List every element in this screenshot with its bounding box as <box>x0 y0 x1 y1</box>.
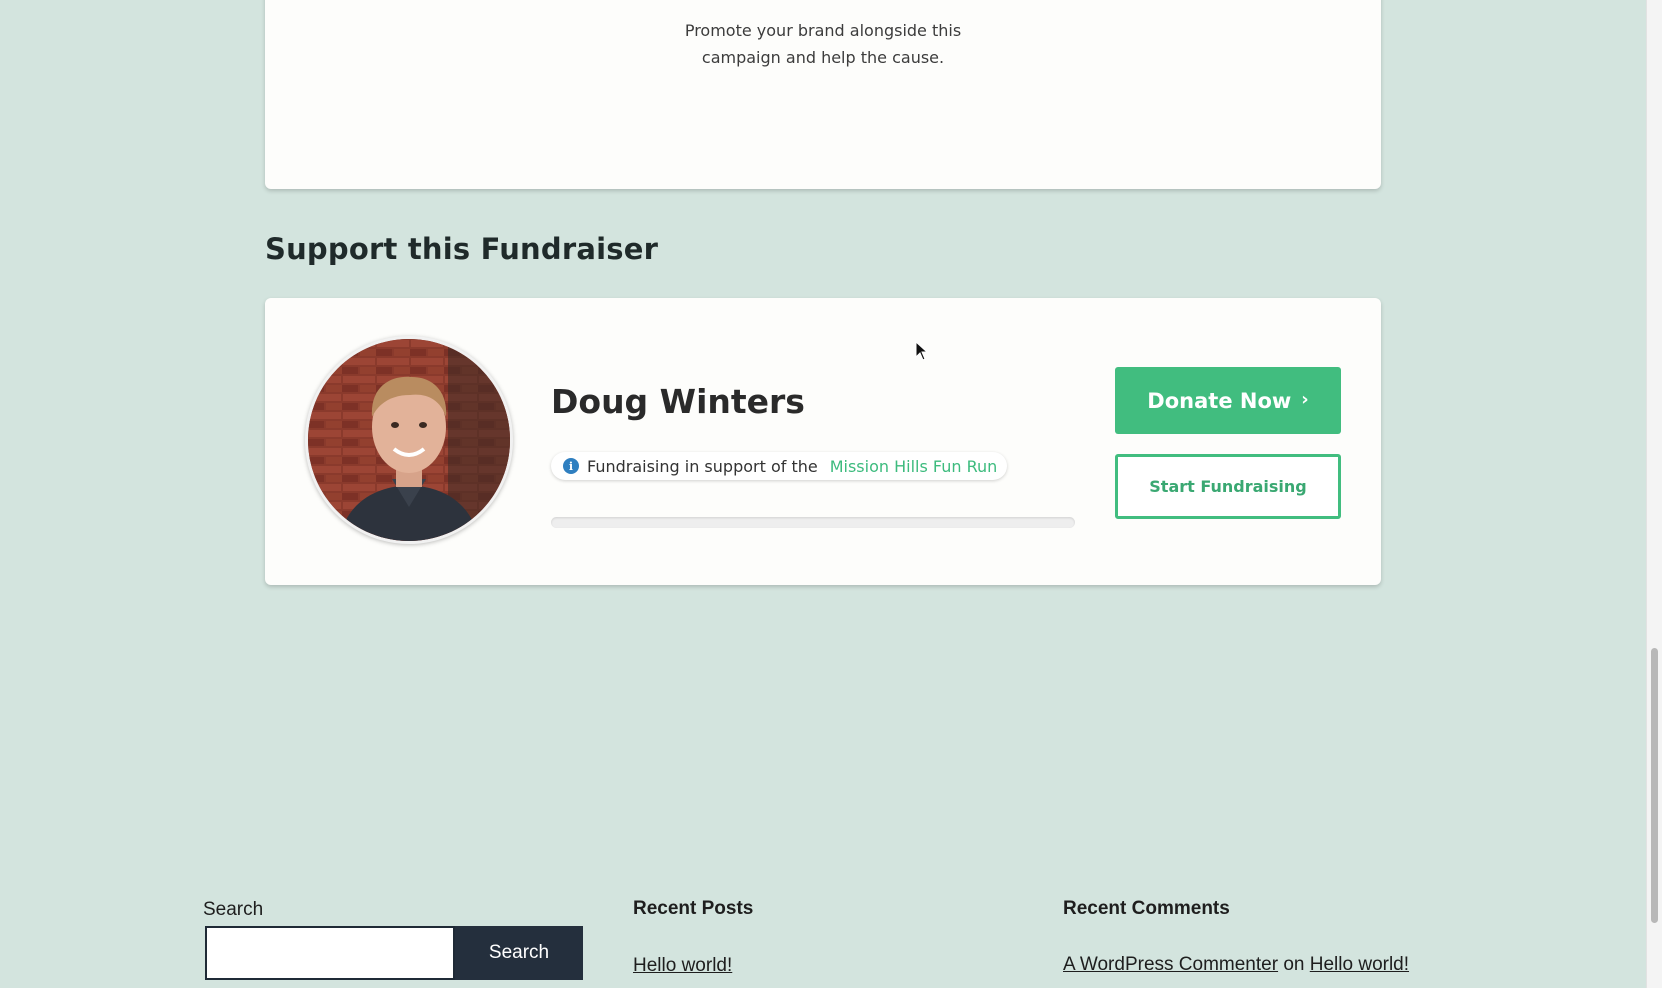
comment-post-link[interactable]: Hello world! <box>1310 954 1409 975</box>
support-badge: i Fundraising in support of the Mission … <box>551 452 1008 480</box>
search-button[interactable]: Search <box>455 926 583 980</box>
donate-label: Donate Now <box>1147 388 1292 413</box>
section-heading: Support this Fundraiser <box>265 232 659 266</box>
fundraising-progress-bar <box>551 517 1075 528</box>
comment-connector: on <box>1283 954 1305 975</box>
sponsor-description: Promote your brand alongside this campai… <box>265 17 1381 71</box>
recent-comments-title: Recent Comments <box>1063 898 1230 919</box>
recent-posts-title: Recent Posts <box>633 898 754 919</box>
avatar <box>305 336 513 544</box>
recent-comment-item: A WordPress Commenter on Hello world! <box>1063 954 1409 976</box>
mouse-cursor-icon <box>915 341 929 361</box>
start-fundraising-button[interactable]: Start Fundraising <box>1115 454 1341 519</box>
campaign-link[interactable]: Mission Hills Fun Run <box>830 457 998 476</box>
page: Promote your brand alongside this campai… <box>0 0 1662 988</box>
avatar-photo <box>308 339 510 541</box>
scrollbar-thumb[interactable] <box>1651 648 1658 923</box>
info-icon: i <box>563 458 579 474</box>
support-text: Fundraising in support of the <box>587 456 818 476</box>
sponsor-text-line-2: campaign and help the cause. <box>701 48 945 67</box>
recent-post-link[interactable]: Hello world! <box>633 955 732 977</box>
donate-now-button[interactable]: Donate Now › <box>1115 367 1341 434</box>
sponsor-card: Promote your brand alongside this campai… <box>265 0 1381 189</box>
sponsor-text-line-1: Promote your brand alongside this <box>684 21 962 40</box>
search-label: Search <box>203 899 264 920</box>
fundraiser-name: Doug Winters <box>551 382 805 421</box>
chevron-right-icon: › <box>1301 389 1309 410</box>
comment-author-link[interactable]: A WordPress Commenter <box>1063 954 1278 975</box>
fundraiser-card: Doug Winters i Fundraising in support of… <box>265 298 1381 585</box>
search-input[interactable] <box>205 926 455 980</box>
